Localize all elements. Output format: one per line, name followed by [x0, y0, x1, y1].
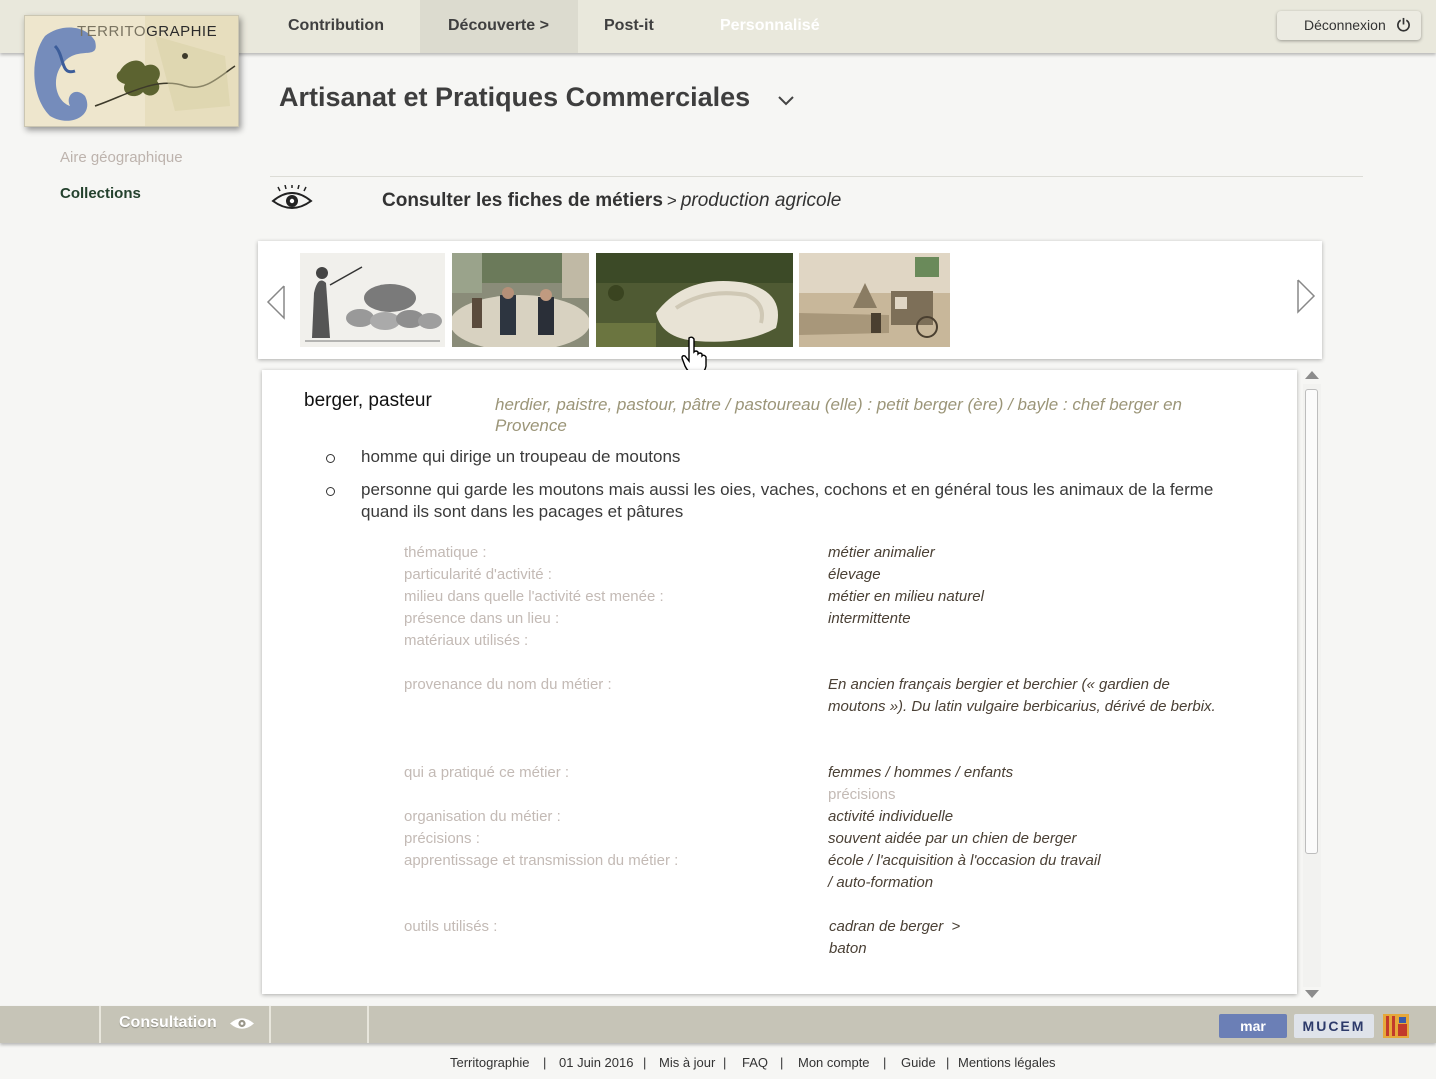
logo-title: TERRITOGRAPHIE: [77, 23, 218, 40]
partner-logo-mmsh[interactable]: mar: [1219, 1014, 1287, 1038]
breadcrumb-main[interactable]: Consulter les fiches de métiers: [382, 190, 663, 211]
prop-value-pratique: femmes / hommes / enfants: [828, 764, 1014, 781]
thumbnail-shepherd-engraving[interactable]: [300, 253, 445, 347]
prop-label-presence: présence dans un lieu :: [404, 610, 560, 627]
prop-value-outils-2: baton: [829, 940, 867, 957]
bar-divider: [269, 1006, 271, 1043]
nav-decouverte[interactable]: Découverte >: [420, 0, 578, 53]
carousel-next-arrow-icon[interactable]: [1294, 277, 1318, 315]
prop-label-organisation: organisation du métier :: [404, 808, 561, 825]
definition-item: personne qui garde les moutons mais auss…: [361, 480, 1214, 521]
scrollbar-thumb[interactable]: [1305, 389, 1318, 854]
prop-value-outils-1[interactable]: cadran de berger >: [829, 916, 960, 938]
power-icon: [1397, 17, 1410, 32]
nav-personnalise[interactable]: Personnalisé: [692, 0, 848, 53]
prop-value-precisions: souvent aidée par un chien de berger: [828, 830, 1077, 847]
partner-logo-mucem[interactable]: MUCEM: [1294, 1014, 1374, 1038]
prop-label-materiaux: matériaux utilisés :: [404, 632, 529, 649]
bar-divider: [99, 1006, 101, 1043]
chevron-down-icon[interactable]: [777, 93, 795, 107]
page-title: Artisanat et Pratiques Commerciales: [279, 82, 751, 112]
footer-separator: |: [723, 1055, 727, 1070]
prop-label-precisions: précisions :: [404, 830, 480, 847]
thumbnail-sheep-flock-mountain[interactable]: [596, 253, 793, 347]
bullet-icon: [326, 487, 335, 496]
bar-divider: [367, 1006, 369, 1043]
sidebar-item-collections[interactable]: Collections: [60, 185, 141, 202]
footer-separator: |: [780, 1055, 784, 1070]
prop-label-provenance: provenance du nom du métier :: [404, 676, 612, 693]
thumbnail-postcard-shepherd-wagon[interactable]: [799, 253, 950, 347]
footer-separator: |: [643, 1055, 647, 1070]
scroll-down-arrow-icon[interactable]: [1305, 990, 1319, 998]
image-carousel: [258, 241, 1322, 359]
nav-contribution[interactable]: Contribution: [260, 0, 412, 53]
footer-link-guide[interactable]: Guide: [901, 1055, 936, 1070]
nav-postit[interactable]: Post-it: [576, 0, 682, 53]
job-synonyms: herdier, paistre, pastour, pâtre / pasto…: [495, 395, 1182, 435]
prop-label-pratique: qui a pratiqué ce métier :: [404, 764, 570, 781]
footer-separator: |: [946, 1055, 950, 1070]
thumbnail-shepherds-crowd[interactable]: [452, 253, 589, 347]
outils-arrow: >: [951, 918, 961, 935]
bullet-icon: [326, 454, 335, 463]
footer-updated: Mis à jour: [659, 1055, 716, 1070]
logout-button[interactable]: Déconnexion: [1277, 11, 1421, 40]
prop-value-organisation: activité individuelle: [828, 808, 954, 825]
breadcrumb-separator: >: [666, 191, 677, 210]
prop-value-apprentissage-2: / auto-formation: [828, 874, 934, 891]
footer-link-account[interactable]: Mon compte: [798, 1055, 870, 1070]
carousel-prev-arrow-icon[interactable]: [264, 283, 288, 321]
definition-item: homme qui dirige un troupeau de moutons: [361, 447, 681, 466]
prop-value-apprentissage-1: école / l'acquisition à l'occasion du tr…: [828, 852, 1101, 869]
footer-link-legal[interactable]: Mentions légales: [958, 1055, 1056, 1070]
breadcrumb-sub: production agricole: [680, 190, 842, 211]
consultation-button[interactable]: Consultation: [119, 1014, 217, 1032]
prop-label-apprentissage: apprentissage et transmission du métier …: [404, 852, 679, 869]
prop-label-milieu: milieu dans quelle l'activité est menée …: [404, 588, 664, 605]
prop-value-particularite: élevage: [828, 566, 881, 583]
region-flag-icon: [1383, 1014, 1409, 1038]
breadcrumb: Consulter les fiches de métiers > producti…: [382, 190, 841, 212]
prop-value-pratique-precisions[interactable]: précisions: [828, 784, 896, 806]
partner-logo-region[interactable]: [1383, 1014, 1409, 1038]
logout-label: Déconnexion: [1304, 17, 1386, 33]
scroll-up-arrow-icon[interactable]: [1305, 371, 1319, 379]
prop-value-presence: intermittente: [828, 610, 911, 627]
job-detail-panel: berger, pasteur herdier, paistre, pastou…: [262, 370, 1297, 994]
prop-label-outils: outils utilisés :: [404, 918, 498, 935]
footer-separator: |: [543, 1055, 547, 1070]
prop-value-thematique: métier animalier: [828, 544, 935, 561]
footer-link-faq[interactable]: FAQ: [742, 1055, 768, 1070]
footer-separator: |: [883, 1055, 887, 1070]
prop-value-milieu: métier en milieu naturel: [828, 588, 984, 605]
site-logo[interactable]: TERRITOGRAPHIE: [24, 15, 239, 127]
prop-value-provenance: En ancien français bergier et berchier (…: [828, 676, 1216, 715]
prop-label-particularite: particularité d'activité :: [404, 566, 552, 583]
eye-icon: [230, 1018, 254, 1029]
job-term: berger, pasteur: [304, 390, 432, 411]
divider: [270, 176, 1363, 177]
footer-date: 01 Juin 2016: [559, 1055, 634, 1070]
footer-link-territographie[interactable]: Territographie: [450, 1055, 530, 1070]
sidebar-item-aire-geographique[interactable]: Aire géographique: [60, 149, 183, 166]
eye-icon: [271, 185, 313, 209]
prop-label-thematique: thématique :: [404, 544, 487, 561]
